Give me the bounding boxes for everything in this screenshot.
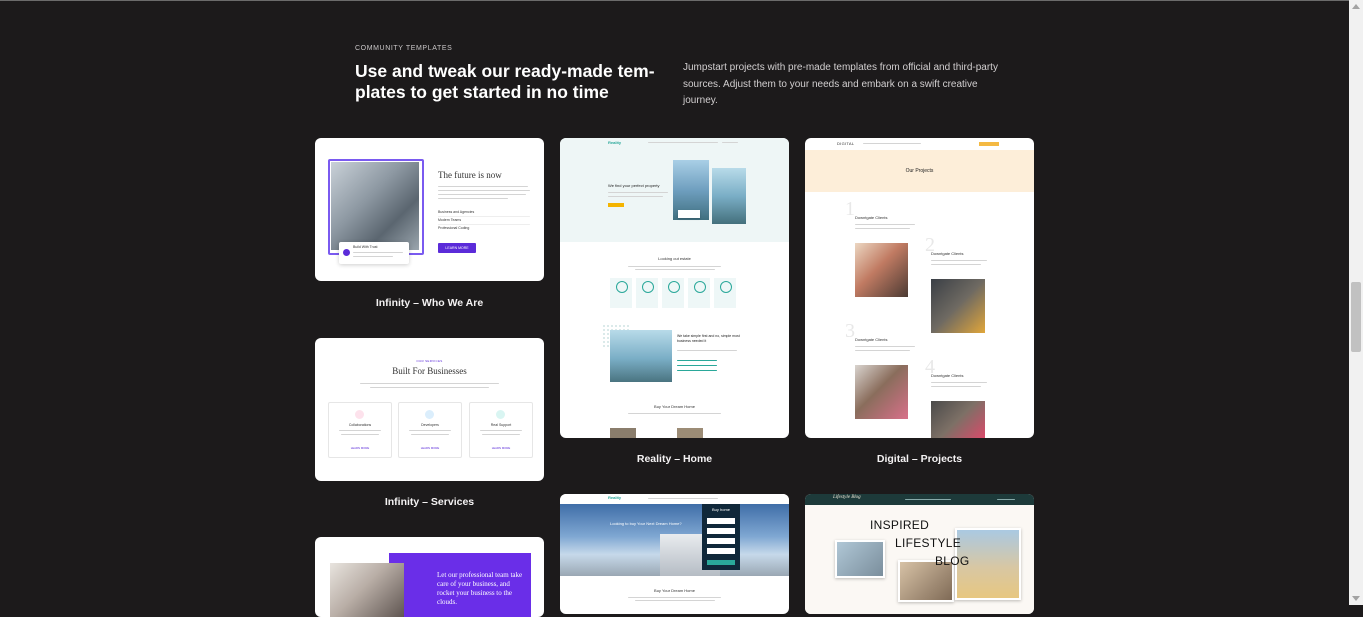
form-field (707, 528, 735, 534)
trust-badge: Build With Trust (339, 242, 409, 264)
badge-icon (343, 249, 350, 256)
feature-tile (688, 278, 710, 308)
form-field (707, 548, 735, 554)
service-link: LEARN MORE (350, 446, 370, 450)
site-logo: Lifestyle Blog (833, 495, 861, 500)
laptop-photo (331, 162, 419, 250)
scrollbar-thumb[interactable] (1351, 282, 1361, 352)
vertical-scrollbar[interactable] (1349, 0, 1363, 605)
hero-button (608, 203, 624, 207)
project-title: Downtgate Clients (931, 251, 964, 256)
feature-icon (720, 281, 732, 293)
preview-eyebrow: OUR SERVICES (416, 359, 443, 363)
template-title[interactable]: Infinity – Services (315, 496, 544, 508)
buy-form: Buy home (702, 504, 740, 570)
service-card: Collaborations LEARN MORE (328, 402, 392, 458)
project-photo (931, 401, 985, 438)
top-border (0, 0, 1349, 1)
panel-text: Let our professional team take care of y… (437, 571, 523, 606)
hero-line: BLOG (935, 554, 970, 568)
service-title: Developers (421, 423, 439, 427)
feature-tile (636, 278, 658, 308)
template-card-infinity-who-we-are[interactable]: Build With Trust The future is now Busin… (315, 138, 544, 281)
section-heading: Looking out estate (658, 256, 691, 261)
project-title: Downtgate Clients (855, 337, 888, 342)
service-card: Real Support LEARN MORE (469, 402, 533, 458)
section-description: Jumpstart projects with pre-made templat… (683, 62, 998, 106)
hero-text: Looking to buy Your Next Dream Home? (610, 521, 682, 526)
scroll-down-arrow-icon[interactable] (1352, 596, 1360, 601)
feature-icon (668, 281, 680, 293)
service-link: LEARN MORE (420, 446, 440, 450)
scroll-up-arrow-icon[interactable] (1352, 4, 1360, 9)
property-photo (610, 428, 636, 438)
form-field (707, 538, 735, 544)
template-card-reality-home[interactable]: Reality We find your perfect property Lo… (560, 138, 789, 438)
template-card-digital-projects[interactable]: DIGITAL Our Projects 1 Downtgate Clients… (805, 138, 1034, 438)
project-photo (855, 243, 908, 297)
service-icon (425, 410, 434, 419)
section-eyebrow: COMMUNITY TEMPLATES (355, 45, 453, 52)
site-logo: DIGITAL (837, 141, 855, 146)
service-card: Developers LEARN MORE (398, 402, 462, 458)
hero-text: We find your perfect property (608, 183, 660, 188)
service-title: Real Support (490, 423, 512, 427)
preview-heading: Built For Businesses (392, 366, 467, 376)
template-title[interactable]: Reality – Home (560, 453, 789, 465)
site-logo: Reality (608, 140, 622, 145)
form-submit (707, 560, 735, 565)
project-title: Downtgate Clients (855, 215, 888, 220)
nav-bar (560, 494, 789, 504)
section-heading: Buy Your Dream Home (654, 588, 695, 593)
section-title: Use and tweak our ready-made tem-plates … (355, 61, 655, 102)
template-title[interactable]: Digital – Projects (805, 453, 1034, 465)
list-item: Professional Coding (438, 226, 470, 230)
learn-more-button: LEARN MORE (438, 243, 476, 253)
building-photo (610, 330, 672, 382)
blog-photo (835, 540, 885, 578)
feature-tile (662, 278, 684, 308)
site-logo: Reality (608, 495, 622, 500)
feature-icon (642, 281, 654, 293)
section-heading: Buy Your Dream Home (654, 404, 695, 409)
banner-title: Our Projects (905, 168, 934, 174)
list-item: Modern Teams (438, 218, 462, 222)
feature-tile (714, 278, 736, 308)
agent-tag (678, 210, 700, 218)
form-field (707, 518, 735, 524)
about-heading: We take simple first and no, simple most… (677, 334, 740, 343)
header-button (979, 142, 999, 146)
building-photo (712, 168, 746, 224)
person-photo (330, 563, 404, 617)
service-link: LEARN MORE (491, 446, 511, 450)
project-title: Downtgate Clients (931, 373, 964, 378)
template-card-reality-buy[interactable]: Reality Looking to buy Your Next Dream H… (560, 494, 789, 614)
template-card-lifestyle-blog[interactable]: Lifestyle Blog INSPIRED LIFESTYLE BLOG (805, 494, 1034, 614)
feature-icon (616, 281, 628, 293)
project-photo (931, 279, 985, 333)
template-card-infinity-services[interactable]: OUR SERVICES Built For Businesses Collab… (315, 338, 544, 481)
service-icon (355, 410, 364, 419)
project-photo (855, 365, 908, 419)
badge-label: Build With Trust (353, 245, 378, 249)
hero-line: LIFESTYLE (895, 536, 962, 550)
service-title: Collaborations (348, 423, 372, 427)
template-card-infinity-cloud[interactable]: Let our professional team take care of y… (315, 537, 544, 617)
property-photo (677, 428, 703, 438)
hero-line: INSPIRED (870, 518, 930, 532)
project-number: 1 (845, 198, 855, 220)
feature-tile (610, 278, 632, 308)
form-title: Buy home (711, 507, 730, 512)
preview-heading: The future is now (438, 170, 502, 180)
feature-icon (694, 281, 706, 293)
template-title[interactable]: Infinity – Who We Are (315, 297, 544, 309)
service-icon (496, 410, 505, 419)
list-item: Business and Agencies (438, 210, 475, 214)
project-number: 3 (845, 320, 855, 342)
